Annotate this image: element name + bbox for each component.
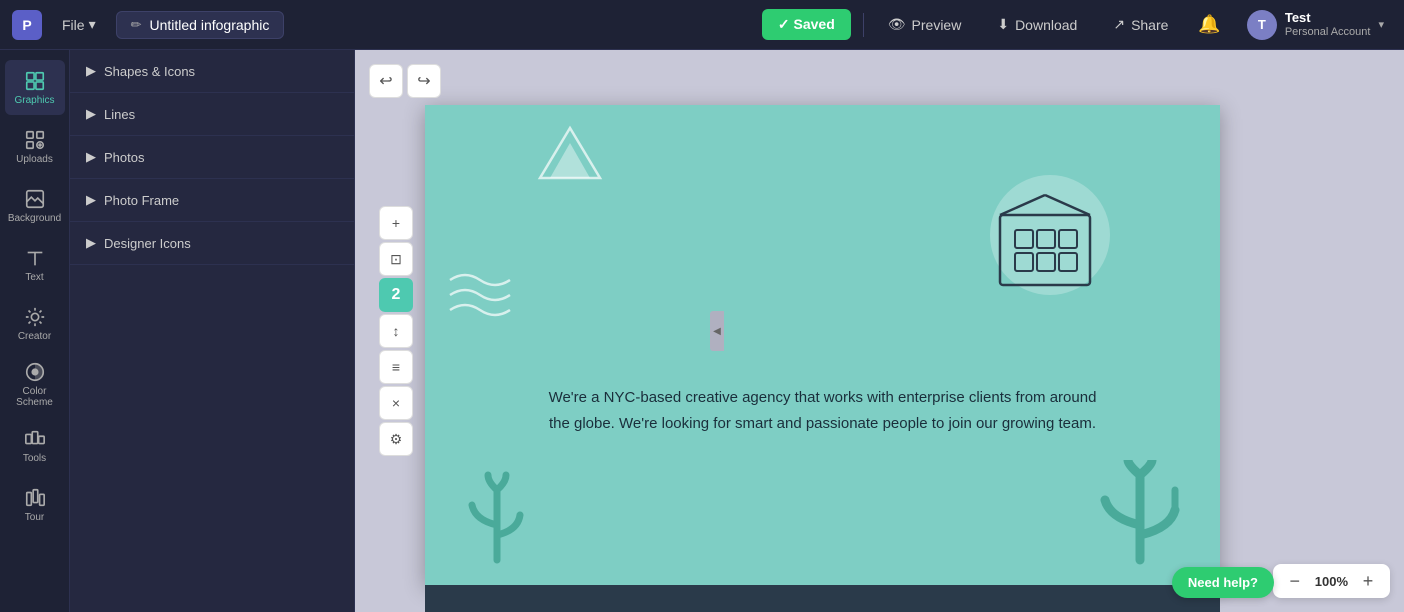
panel-section-lines-header[interactable]: ▶ Lines bbox=[70, 93, 354, 135]
eye-icon: 👁 bbox=[888, 16, 906, 33]
chevron-right-icon: ▶ bbox=[86, 106, 96, 122]
panel-section-designer-icons-header[interactable]: ▶ Designer Icons bbox=[70, 222, 354, 264]
graphics-icon bbox=[24, 70, 46, 92]
file-menu-label: File bbox=[62, 17, 85, 33]
user-name: Test bbox=[1285, 10, 1371, 26]
chevron-right-icon: ▶ bbox=[86, 192, 96, 208]
sidebar-item-graphics[interactable]: Graphics bbox=[5, 60, 65, 115]
zoom-in-button[interactable]: + bbox=[1356, 569, 1380, 593]
text-icon bbox=[24, 247, 46, 269]
collapse-handle[interactable]: ◀ bbox=[710, 311, 724, 351]
float-toolbar: + ⊡ 2 ↕ ≡ × ⚙ bbox=[379, 206, 413, 456]
preview-button[interactable]: 👁 Preview bbox=[876, 10, 974, 39]
chevron-right-icon: ▶ bbox=[86, 63, 96, 79]
background-icon bbox=[24, 188, 46, 210]
panel-section-lines: ▶ Lines bbox=[70, 93, 354, 136]
designer-icons-label: Designer Icons bbox=[104, 236, 191, 251]
graphics-label: Graphics bbox=[14, 95, 54, 106]
sidebar-item-tools[interactable]: Tools bbox=[5, 418, 65, 473]
left-panel: ▶ Shapes & Icons ▶ Lines ▶ Photos ▶ Phot… bbox=[70, 50, 355, 612]
tools-icon bbox=[24, 428, 46, 450]
sidebar-item-tour[interactable]: Tour bbox=[5, 477, 65, 532]
topbar: P File ▾ ✏ Untitled infographic ✓ Saved … bbox=[0, 0, 1404, 50]
file-chevron-icon: ▾ bbox=[89, 16, 96, 33]
add-page-button[interactable]: + bbox=[379, 206, 413, 240]
photo-frame-label: Photo Frame bbox=[104, 193, 179, 208]
building-icon bbox=[980, 175, 1110, 305]
zoom-controls: − 100% + bbox=[1273, 564, 1390, 598]
color-scheme-label: Color Scheme bbox=[9, 386, 61, 408]
page-number[interactable]: 2 bbox=[379, 278, 413, 312]
lines-label: Lines bbox=[104, 107, 135, 122]
cactus-right-decoration bbox=[1080, 460, 1200, 575]
need-help-button[interactable]: Need help? bbox=[1172, 567, 1274, 598]
zoom-value: 100% bbox=[1315, 574, 1348, 589]
panel-section-designer-icons: ▶ Designer Icons bbox=[70, 222, 354, 265]
main-layout: Graphics Uploads Background bbox=[0, 50, 1404, 612]
panel-section-photo-frame: ▶ Photo Frame bbox=[70, 179, 354, 222]
user-role: Personal Account bbox=[1285, 26, 1371, 39]
uploads-icon bbox=[24, 129, 46, 151]
download-button[interactable]: ⬇ Download bbox=[985, 10, 1089, 39]
app-logo: P bbox=[12, 10, 42, 40]
divider bbox=[863, 13, 864, 37]
saved-button[interactable]: ✓ Saved bbox=[762, 9, 851, 40]
tools-label: Tools bbox=[23, 453, 46, 464]
document-title[interactable]: ✏ Untitled infographic bbox=[116, 11, 285, 39]
sidebar-item-text[interactable]: Text bbox=[5, 237, 65, 292]
building-decoration bbox=[960, 155, 1140, 335]
chevron-right-icon: ▶ bbox=[86, 235, 96, 251]
user-chevron-icon: ▾ bbox=[1378, 18, 1384, 31]
canvas-area[interactable]: ↩ ↪ + ⊡ 2 ↕ ≡ × ⚙ bbox=[355, 50, 1404, 612]
settings-button[interactable]: ⚙ bbox=[379, 422, 413, 456]
share-icon: ↗ bbox=[1113, 16, 1125, 33]
wave-decoration bbox=[445, 270, 525, 325]
sidebar-item-background[interactable]: Background bbox=[5, 178, 65, 233]
background-label: Background bbox=[8, 213, 61, 224]
pencil-icon: ✏ bbox=[131, 17, 142, 33]
cactus-left-decoration bbox=[460, 470, 535, 575]
share-button[interactable]: ↗ Share bbox=[1101, 10, 1180, 39]
color-scheme-icon bbox=[24, 361, 46, 383]
undo-button[interactable]: ↩ bbox=[369, 64, 403, 98]
canvas-slide[interactable]: We're a NYC-based creative agency that w… bbox=[425, 105, 1220, 585]
tour-label: Tour bbox=[25, 512, 44, 523]
tour-icon bbox=[24, 487, 46, 509]
canvas-body-text: We're a NYC-based creative agency that w… bbox=[543, 385, 1103, 436]
list-button[interactable]: ≡ bbox=[379, 350, 413, 384]
zoom-out-button[interactable]: − bbox=[1283, 569, 1307, 593]
sidebar-item-creator[interactable]: Creator bbox=[5, 296, 65, 351]
panel-section-photos-header[interactable]: ▶ Photos bbox=[70, 136, 354, 178]
avatar: T bbox=[1247, 10, 1277, 40]
uploads-label: Uploads bbox=[16, 154, 53, 165]
sidebar-icons: Graphics Uploads Background bbox=[0, 50, 70, 612]
doc-title-text: Untitled infographic bbox=[150, 17, 270, 33]
move-down-button[interactable]: ↕ bbox=[379, 314, 413, 348]
panel-section-photo-frame-header[interactable]: ▶ Photo Frame bbox=[70, 179, 354, 221]
creator-icon bbox=[24, 306, 46, 328]
text-label: Text bbox=[25, 272, 43, 283]
panel-section-shapes-icons-header[interactable]: ▶ Shapes & Icons bbox=[70, 50, 354, 92]
photos-label: Photos bbox=[104, 150, 144, 165]
panel-section-photos: ▶ Photos bbox=[70, 136, 354, 179]
chevron-right-icon: ▶ bbox=[86, 149, 96, 165]
shapes-icons-label: Shapes & Icons bbox=[104, 64, 195, 79]
triangle-decoration bbox=[535, 123, 605, 188]
canvas-bottom-strip: ≡ bbox=[425, 585, 1220, 612]
sidebar-item-color-scheme[interactable]: Color Scheme bbox=[5, 355, 65, 414]
file-menu[interactable]: File ▾ bbox=[54, 12, 104, 37]
creator-label: Creator bbox=[18, 331, 51, 342]
sidebar-item-uploads[interactable]: Uploads bbox=[5, 119, 65, 174]
redo-button[interactable]: ↪ bbox=[407, 64, 441, 98]
download-icon: ⬇ bbox=[997, 16, 1009, 33]
panel-section-shapes-icons: ▶ Shapes & Icons bbox=[70, 50, 354, 93]
undo-redo-toolbar: ↩ ↪ bbox=[369, 64, 441, 98]
notifications-button[interactable]: 🔔 bbox=[1192, 8, 1226, 41]
user-menu[interactable]: T Test Personal Account ▾ bbox=[1239, 6, 1392, 44]
close-button[interactable]: × bbox=[379, 386, 413, 420]
fit-button[interactable]: ⊡ bbox=[379, 242, 413, 276]
